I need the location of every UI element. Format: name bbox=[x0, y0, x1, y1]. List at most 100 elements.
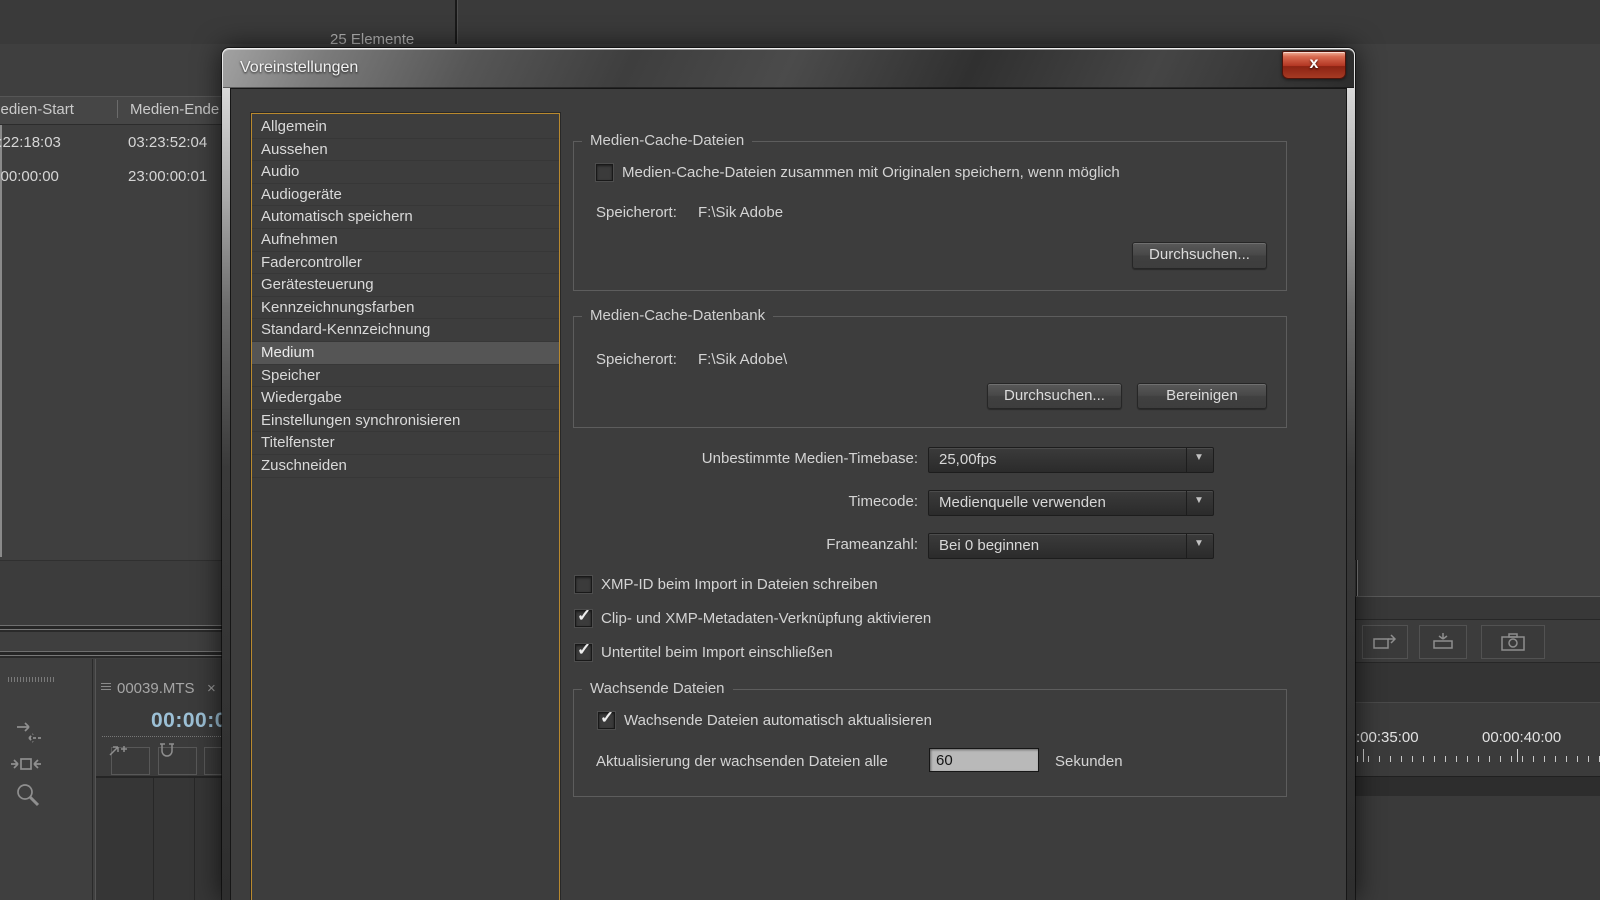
cache-location-path: F:\Sik Adobe bbox=[698, 204, 783, 221]
close-icon: x bbox=[1310, 55, 1319, 72]
extract-button[interactable] bbox=[1419, 625, 1467, 659]
location-label: Speicherort: bbox=[596, 204, 677, 221]
timecode-cell: 23:00:00:01 bbox=[128, 168, 207, 185]
panel-band bbox=[1355, 597, 1600, 620]
sidebar-item-zuschneiden[interactable]: Zuschneiden bbox=[252, 455, 559, 478]
panel-band bbox=[1355, 663, 1600, 703]
sidebar-item-wiedergabe[interactable]: Wiedergabe bbox=[252, 387, 559, 410]
timecode-cell: 03:23:52:04 bbox=[128, 134, 207, 151]
group-legend: Medien-Cache-Dateien bbox=[582, 132, 752, 149]
chevron-down-icon: ▼ bbox=[1194, 452, 1204, 463]
source-timecode[interactable]: 00:00:0 bbox=[151, 709, 227, 733]
tab-00039-mts[interactable]: 00039.MTS bbox=[117, 680, 195, 697]
insert-button[interactable] bbox=[111, 747, 150, 775]
column-header-media-start[interactable]: Medien-Start bbox=[0, 101, 74, 118]
program-monitor-buttons bbox=[1355, 620, 1600, 663]
sidebar-item-aufnehmen[interactable]: Aufnehmen bbox=[252, 229, 559, 252]
column-header-media-end[interactable]: Medien-Ende bbox=[130, 101, 219, 118]
panel-edge bbox=[0, 97, 2, 557]
clip-xmp-link-checkbox[interactable]: ✓ bbox=[575, 610, 592, 627]
subtitle-import-label: Untertitel beim Import einschließen bbox=[601, 644, 833, 661]
chevron-down-icon: ▼ bbox=[1194, 538, 1204, 549]
sidebar-item-standard-kennzeichnung[interactable]: Standard-Kennzeichnung bbox=[252, 319, 559, 342]
panel-splitter[interactable] bbox=[0, 651, 222, 658]
panel-menu-icon[interactable] bbox=[101, 683, 111, 691]
snap-button[interactable] bbox=[158, 747, 197, 775]
clip-xmp-link-label: Clip- und XMP-Metadaten-Verknüpfung akti… bbox=[601, 610, 931, 627]
ruler-major-tick bbox=[1517, 749, 1518, 762]
ruler-time: :00:35:00 bbox=[1356, 729, 1419, 746]
framecount-select[interactable]: Bei 0 beginnen ▼ bbox=[928, 533, 1214, 559]
track-divider bbox=[153, 778, 154, 900]
sidebar-item-medium[interactable]: Medium bbox=[252, 342, 559, 365]
framecount-label: Frameanzahl: bbox=[531, 533, 918, 557]
cache-with-originals-checkbox[interactable] bbox=[596, 164, 613, 181]
dialog-title: Voreinstellungen bbox=[240, 59, 358, 77]
timecode-label: Timecode: bbox=[531, 490, 918, 514]
panel-band bbox=[0, 561, 222, 625]
dropdown-arrow-box: ▼ bbox=[1186, 448, 1213, 472]
tab-close-icon[interactable]: × bbox=[207, 680, 216, 697]
xmp-id-label: XMP-ID beim Import in Dateien schreiben bbox=[601, 576, 878, 593]
sidebar-item-speicher[interactable]: Speicher bbox=[252, 365, 559, 388]
drag-handle-icon[interactable] bbox=[8, 677, 56, 682]
clean-db-button[interactable]: Bereinigen bbox=[1137, 383, 1267, 409]
timecode-select[interactable]: Medienquelle verwenden ▼ bbox=[928, 490, 1214, 516]
panel-divider bbox=[455, 0, 457, 44]
zoom-tool-icon[interactable] bbox=[14, 781, 42, 809]
toolbar-button-partial[interactable] bbox=[204, 747, 224, 775]
dialog-content: Allgemein Aussehen Audio Audiogeräte Aut… bbox=[230, 88, 1347, 900]
seconds-suffix: Sekunden bbox=[1055, 753, 1123, 770]
group-legend: Medien-Cache-Datenbank bbox=[582, 307, 773, 324]
track-area bbox=[96, 776, 223, 900]
sidebar-item-audiogeraete[interactable]: Audiogeräte bbox=[252, 184, 559, 207]
growing-files-checkbox[interactable]: ✓ bbox=[598, 712, 615, 729]
close-button[interactable]: x bbox=[1282, 51, 1346, 79]
timecode-underline bbox=[102, 736, 223, 737]
track-select-tool-icon[interactable] bbox=[14, 720, 44, 746]
growing-files-label: Wachsende Dateien automatisch aktualisie… bbox=[624, 712, 932, 729]
refresh-seconds-input[interactable] bbox=[929, 748, 1039, 772]
sidebar-item-einstellungen-synchronisieren[interactable]: Einstellungen synchronisieren bbox=[252, 410, 559, 433]
dropdown-arrow-box: ▼ bbox=[1186, 491, 1213, 515]
timebase-select[interactable]: 25,00fps ▼ bbox=[928, 447, 1214, 473]
xmp-id-checkbox[interactable] bbox=[575, 576, 592, 593]
location-label: Speicherort: bbox=[596, 351, 677, 368]
category-list: Allgemein Aussehen Audio Audiogeräte Aut… bbox=[251, 113, 560, 900]
group-legend: Wachsende Dateien bbox=[582, 680, 733, 697]
browse-cache-button[interactable]: Durchsuchen... bbox=[1132, 242, 1267, 269]
column-separator[interactable] bbox=[117, 100, 118, 118]
preferences-dialog: Voreinstellungen x Allgemein Aussehen Au… bbox=[222, 48, 1355, 900]
slide-tool-icon[interactable] bbox=[10, 755, 42, 773]
dropdown-arrow-box: ▼ bbox=[1186, 534, 1213, 558]
media-cache-db-group: Medien-Cache-Datenbank Speicherort: F:\S… bbox=[573, 316, 1287, 428]
tools-panel bbox=[0, 659, 93, 900]
timecode-cell: 3:22:18:03 bbox=[0, 134, 61, 151]
browse-db-button[interactable]: Durchsuchen... bbox=[987, 383, 1122, 409]
media-cache-files-group: Medien-Cache-Dateien Medien-Cache-Dateie… bbox=[573, 141, 1287, 291]
lift-button[interactable] bbox=[1362, 625, 1408, 659]
db-location-path: F:\Sik Adobe\ bbox=[698, 351, 787, 368]
premiere-workspace: 25 Elemente Medien-Start Medien-Ende 3:2… bbox=[0, 0, 1600, 900]
source-monitor-panel: 00039.MTS × 00:00:0 bbox=[95, 659, 223, 900]
timecode-cell: 0:00:00:00 bbox=[0, 168, 59, 185]
elements-count: 25 Elemente bbox=[330, 31, 414, 48]
sidebar-item-geraetesteuerung[interactable]: Gerätesteuerung bbox=[252, 274, 559, 297]
sidebar-item-allgemein[interactable]: Allgemein bbox=[252, 116, 559, 139]
sidebar-item-titelfenster[interactable]: Titelfenster bbox=[252, 432, 559, 455]
dialog-titlebar[interactable]: Voreinstellungen x bbox=[223, 49, 1354, 88]
ruler-time: 00:00:40:00 bbox=[1482, 729, 1561, 746]
sidebar-item-aussehen[interactable]: Aussehen bbox=[252, 139, 559, 162]
timeline-ruler[interactable]: :00:35:00 00:00:40:00 bbox=[1355, 703, 1600, 776]
panel-splitter[interactable] bbox=[0, 625, 222, 632]
sidebar-item-automatisch-speichern[interactable]: Automatisch speichern bbox=[252, 206, 559, 229]
export-frame-button[interactable] bbox=[1481, 625, 1545, 659]
refresh-interval-label: Aktualisierung der wachsenden Dateien al… bbox=[596, 753, 888, 770]
checkbox-label: Medien-Cache-Dateien zusammen mit Origin… bbox=[622, 164, 1120, 181]
sidebar-item-fadercontroller[interactable]: Fadercontroller bbox=[252, 252, 559, 275]
subtitle-import-checkbox[interactable]: ✓ bbox=[575, 644, 592, 661]
panel-band bbox=[1355, 796, 1600, 900]
sidebar-item-audio[interactable]: Audio bbox=[252, 161, 559, 184]
check-icon: ✓ bbox=[577, 640, 591, 660]
sidebar-item-kennzeichnungsfarben[interactable]: Kennzeichnungsfarben bbox=[252, 297, 559, 320]
